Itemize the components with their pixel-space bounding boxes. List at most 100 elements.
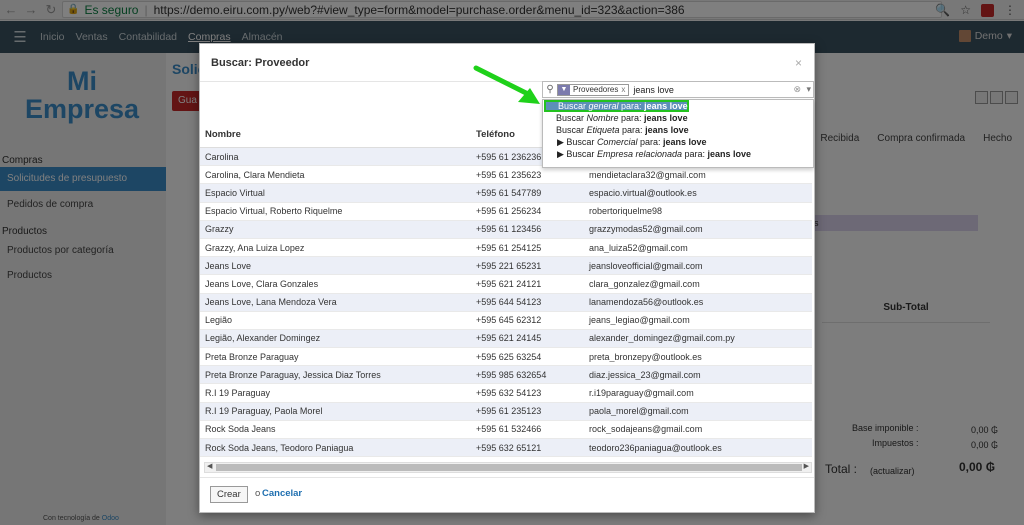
- cell-phone: +595 621 24121: [476, 278, 542, 289]
- facet-label: Proveedores: [573, 85, 619, 94]
- clear-search-icon[interactable]: ⊗: [793, 84, 801, 95]
- cell-email: robertoriquelme98: [589, 206, 663, 217]
- option-prefix: Buscar: [566, 137, 597, 147]
- search-autocomplete: Buscar general para: jeans love Buscar No…: [542, 99, 814, 168]
- table-row[interactable]: Preta Bronze Paraguay, Jessica Diaz Torr…: [200, 366, 812, 385]
- table-row[interactable]: R.I 19 Paraguay, Paola Morel +595 61 2351…: [200, 402, 812, 421]
- cell-phone: +595 61 235623: [476, 169, 542, 180]
- dialog-footer: Crear o Cancelar: [200, 477, 814, 513]
- cell-phone: +595 645 62312: [476, 315, 542, 326]
- cell-name: Preta Bronze Paraguay, Jessica Diaz Torr…: [205, 369, 381, 380]
- cell-phone: +595 61 256234: [476, 206, 542, 217]
- option-mid: para:: [637, 137, 663, 147]
- cell-name: Carolina: [205, 151, 239, 162]
- horizontal-scrollbar[interactable]: ◀ ▶: [204, 462, 812, 473]
- cell-email: preta_bronzepy@outlook.es: [589, 351, 702, 362]
- scroll-right-icon[interactable]: ▶: [804, 462, 809, 470]
- dialog-title: Buscar: Proveedor: [211, 57, 310, 69]
- option-prefix: Buscar: [558, 101, 589, 111]
- option-mid: para:: [619, 125, 646, 135]
- cell-name: Espacio Virtual, Roberto Riquelme: [205, 206, 343, 217]
- table-body: Carolina +595 61 236236 Carolina, Clara Me…: [200, 148, 812, 458]
- create-button[interactable]: Crear: [210, 486, 248, 503]
- cell-email: clara_gonzalez@gmail.com: [589, 278, 700, 289]
- search-dialog: Buscar: Proveedor × Nombre Teléfono Caro…: [199, 43, 815, 513]
- autocomplete-option[interactable]: Buscar Etiqueta para: jeans love: [543, 124, 813, 136]
- table-row[interactable]: R.I 19 Paraguay +595 632 54123 r.i19paragu…: [200, 384, 812, 403]
- search-query[interactable]: jeans love: [633, 85, 674, 95]
- annotation-arrow-icon: [473, 65, 540, 104]
- cell-phone: +595 644 54123: [476, 297, 542, 308]
- column-nombre[interactable]: Nombre: [200, 129, 473, 140]
- expand-arrow-icon[interactable]: ▶: [557, 137, 566, 147]
- option-field: general: [588, 101, 619, 111]
- cell-phone: +595 221 65231: [476, 260, 542, 271]
- table-row[interactable]: Jeans Love, Clara Gonzales +595 621 24121…: [200, 275, 812, 294]
- cell-email: paola_morel@gmail.com: [589, 406, 689, 417]
- table-row[interactable]: Jeans Love +595 221 65231 jeansloveofficia…: [200, 257, 812, 276]
- search-input[interactable]: ⚲ ▼ Proveedores x jeans love ⊗ ▾: [542, 81, 814, 98]
- autocomplete-option[interactable]: Buscar Nombre para: jeans love: [543, 112, 813, 124]
- table-row[interactable]: Carolina, Clara Mendieta +595 61 235623 me…: [200, 166, 812, 185]
- cell-email: rock_sodajeans@gmail.com: [589, 424, 703, 435]
- cell-email: alexander_domingez@gmail.com.py: [589, 333, 735, 344]
- cell-email: jeans_legiao@gmail.com: [589, 315, 690, 326]
- table-row[interactable]: Preta Bronze Paraguay +595 625 63254 preta…: [200, 348, 812, 367]
- search-options-icon[interactable]: ▾: [806, 84, 811, 95]
- expand-arrow-icon[interactable]: ▶: [557, 149, 566, 159]
- cell-name: Grazzy: [205, 224, 234, 235]
- cell-email: diaz.jessica_23@gmail.com: [589, 369, 701, 380]
- cell-phone: +595 61 235123: [476, 406, 542, 417]
- table-row[interactable]: Rock Soda Jeans +595 61 532466 rock_sodaje…: [200, 421, 812, 439]
- autocomplete-option[interactable]: ▶ Buscar Comercial para: jeans love: [543, 136, 813, 148]
- cell-name: Jeans Love, Lana Mendoza Vera: [205, 297, 337, 308]
- cell-phone: +595 61 254125: [476, 242, 542, 253]
- cell-email: jeansloveofficial@gmail.com: [589, 260, 703, 271]
- cell-phone: +595 61 547789: [476, 187, 542, 198]
- scrollbar-thumb[interactable]: [216, 464, 802, 471]
- option-term: jeans love: [645, 125, 689, 135]
- table-row[interactable]: Jeans Love, Lana Mendoza Vera +595 644 54…: [200, 293, 812, 312]
- table-row[interactable]: Espacio Virtual +595 61 547789 espacio.vir…: [200, 184, 812, 203]
- cell-email: mendietaclara32@gmail.com: [589, 169, 706, 180]
- search-facet: ▼ Proveedores x: [557, 83, 630, 96]
- cell-name: Carolina, Clara Mendieta: [205, 169, 305, 180]
- cell-phone: +595 61 532466: [476, 424, 542, 435]
- option-term: jeans love: [662, 137, 707, 147]
- cell-name: Jeans Love, Clara Gonzales: [205, 278, 319, 289]
- cell-phone: +595 61 123456: [476, 224, 542, 235]
- table-row[interactable]: Grazzy +595 61 123456 grazzymodas52@gmail.…: [200, 220, 812, 239]
- scroll-left-icon[interactable]: ◀: [207, 462, 212, 470]
- cell-email: r.i19paraguay@gmail.com: [589, 388, 694, 399]
- option-prefix: Buscar: [556, 113, 587, 123]
- partner-table: Nombre Teléfono Carolina +595 61 236236 Ca…: [200, 122, 812, 458]
- cell-name: R.I 19 Paraguay: [205, 388, 271, 399]
- cell-name: Espacio Virtual: [205, 187, 265, 198]
- cancel-link[interactable]: Cancelar: [262, 488, 302, 499]
- table-row[interactable]: Grazzy, Ana Luiza Lopez +595 61 254125 ana…: [200, 239, 812, 258]
- option-mid: para:: [618, 101, 645, 111]
- cell-phone: +595 632 54123: [476, 388, 542, 399]
- option-field: Etiqueta: [586, 125, 620, 135]
- option-field: Nombre: [586, 113, 619, 123]
- option-term: jeans love: [707, 149, 752, 159]
- autocomplete-option[interactable]: ▶ Buscar Empresa relacionada para: jeans…: [543, 148, 813, 160]
- option-mid: para:: [682, 149, 708, 159]
- option-field: Empresa relacionada: [596, 149, 682, 159]
- cell-email: espacio.virtual@outlook.es: [589, 187, 697, 198]
- table-row[interactable]: Espacio Virtual, Roberto Riquelme +595 61…: [200, 203, 812, 221]
- cell-phone: +595 985 632654: [476, 369, 547, 380]
- table-row[interactable]: Legião +595 645 62312 jeans_legiao@gmail.c…: [200, 312, 812, 330]
- table-row[interactable]: Rock Soda Jeans, Teodoro Paniagua +595 63…: [200, 439, 812, 458]
- cell-phone: +595 621 24145: [476, 333, 542, 344]
- table-row[interactable]: Legião, Alexander Domingez +595 621 24145…: [200, 329, 812, 349]
- close-icon[interactable]: ×: [795, 56, 802, 70]
- autocomplete-option[interactable]: Buscar general para: jeans love: [544, 100, 689, 112]
- cell-name: Rock Soda Jeans: [205, 424, 276, 435]
- facet-remove-icon[interactable]: x: [621, 85, 628, 94]
- cell-email: ana_luiza52@gmail.com: [589, 242, 688, 253]
- cell-name: Legião, Alexander Domingez: [205, 333, 321, 344]
- option-term: jeans love: [644, 101, 688, 111]
- cell-name: Rock Soda Jeans, Teodoro Paniagua: [205, 442, 354, 453]
- filter-icon: ▼: [558, 84, 570, 95]
